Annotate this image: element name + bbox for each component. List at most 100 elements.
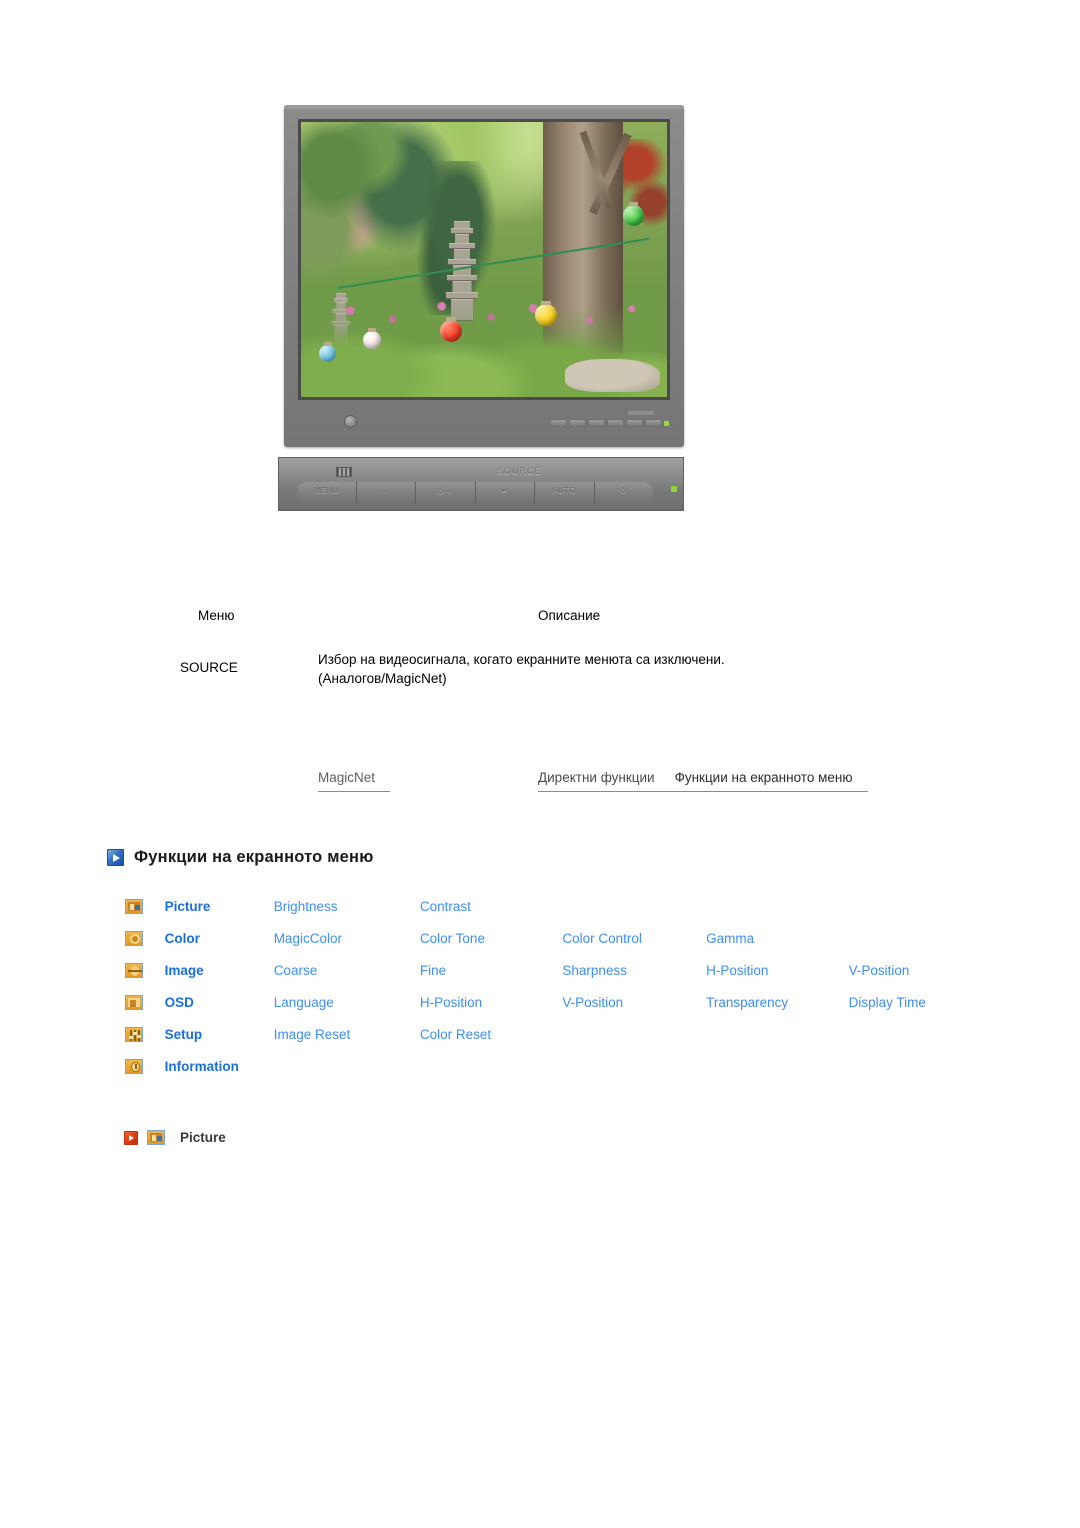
menu-item-image-reset[interactable]: Image Reset [274,1018,420,1050]
menu-item-language[interactable]: Language [274,986,420,1018]
row-icon-cell [125,1050,165,1082]
menu-item-display-time[interactable]: Display Time [849,986,985,1018]
row-icon-cell [125,1018,165,1050]
image-icon [125,962,143,978]
menu-group-image[interactable]: Image [165,954,274,986]
menu-group-color[interactable]: Color [165,922,274,954]
color-icon [125,930,143,946]
column-header-description: Описание [538,608,601,623]
control-panel-buttons: MENU … △/☼ ↵ AUTO ⏻ [297,482,653,504]
photo-lantern-green [623,201,645,226]
table-row: Image Coarse Fine Sharpness H-Position V… [125,954,985,986]
information-icon [125,1058,143,1074]
menu-item-v-position[interactable]: V-Position [849,954,985,986]
menu-item-empty [849,1018,985,1050]
table-row: Information [125,1050,985,1082]
menu-item-v-position[interactable]: V-Position [562,986,706,1018]
monitor-chassis [284,105,684,447]
page-title: Функции на екранното меню [107,848,373,867]
setup-icon [125,1026,143,1042]
row-icon-cell [125,954,165,986]
menu-group-setup[interactable]: Setup [165,1018,274,1050]
panel-power-led [671,486,677,492]
control-panel-closeup: SOURCE MENU … △/☼ ↵ AUTO ⏻ [278,457,684,511]
menu-item-sharpness[interactable]: Sharpness [562,954,706,986]
menu-item-empty [706,1018,849,1050]
menu-item-magiccolor[interactable]: MagicColor [274,922,420,954]
monitor-button [569,419,586,427]
tab-osd-functions[interactable]: Функции на екранното меню [675,770,853,785]
menu-group-picture[interactable]: Picture [165,890,274,922]
monitor-button [550,419,567,427]
menu-item-empty [849,890,985,922]
down-up-button: … [356,482,416,504]
menu-item-brightness[interactable]: Brightness [274,890,420,922]
menu-group-information[interactable]: Information [165,1050,274,1082]
photo-lantern-yellow [535,300,558,326]
menu-item-color-tone[interactable]: Color Tone [420,922,563,954]
source-label: SOURCE [497,466,542,476]
menu-item-empty [706,890,849,922]
menu-item-empty [562,1050,706,1082]
monitor-sensor-dot [344,415,357,428]
monitor-button [607,419,624,427]
table-row-key-source: SOURCE [180,660,238,675]
photo-lantern-blue [319,341,337,362]
red-play-arrow-icon [124,1130,138,1145]
menu-item-empty [849,922,985,954]
picture-icon [125,898,143,914]
row-icon-cell [125,922,165,954]
row-icon-cell [125,986,165,1018]
monitor-button [588,419,605,427]
photo-rock [564,358,660,392]
osd-icon [125,994,143,1010]
menu-item-transparency[interactable]: Transparency [706,986,849,1018]
section-tab-bar: MagicNet Директни функции Функции на екр… [0,770,1080,800]
enter-button: ↵ [475,482,535,504]
table-row-value-source: Избор на видеосигнала, когато екранните … [318,652,725,686]
table-row: OSD Language H-Position V-Position Trans… [125,986,985,1018]
menu-item-h-position[interactable]: H-Position [706,954,849,986]
picture-subsection-label: Picture [180,1130,226,1145]
menu-button: MENU [297,482,357,504]
menu-item-fine[interactable]: Fine [420,954,563,986]
speaker-grill-icon [336,467,352,477]
menu-item-empty [420,1050,563,1082]
osd-menu-map: Picture Brightness Contrast Color MagicC… [125,890,985,1082]
menu-item-empty [706,1050,849,1082]
menu-item-gamma[interactable]: Gamma [706,922,849,954]
auto-button: AUTO [535,482,595,504]
table-row: Color MagicColor Color Tone Color Contro… [125,922,985,954]
tab-direct-functions[interactable]: Директни функции [538,770,655,785]
column-header-menu: Меню [198,608,235,623]
tab-magicnet[interactable]: MagicNet [318,770,390,792]
menu-item-color-reset[interactable]: Color Reset [420,1018,563,1050]
photo-flowers [308,292,660,337]
menu-item-empty [849,1050,985,1082]
power-button: ⏻ [594,482,653,504]
monitor-button [645,419,662,427]
menu-item-contrast[interactable]: Contrast [420,890,563,922]
monitor-source-marking [628,411,654,415]
tab-group-functions: Директни функции Функции на екранното ме… [538,770,868,792]
photo-lantern-red [440,317,463,342]
monitor-bottom-bezel [298,403,670,439]
menu-item-coarse[interactable]: Coarse [274,954,420,986]
row-icon-cell [125,890,165,922]
blue-play-arrow-icon [107,849,124,866]
picture-icon [147,1130,165,1145]
menu-item-empty [562,1018,706,1050]
menu-group-osd[interactable]: OSD [165,986,274,1018]
monitor-button [626,419,643,427]
menu-item-color-control[interactable]: Color Control [562,922,706,954]
monitor-button-row [550,419,662,427]
product-illustration: SOURCE MENU … △/☼ ↵ AUTO ⏻ [278,105,684,515]
menu-item-empty [562,890,706,922]
table-row: Setup Image Reset Color Reset [125,1018,985,1050]
table-row: Picture Brightness Contrast [125,890,985,922]
menu-item-empty [274,1050,420,1082]
monitor-power-led [664,421,669,426]
brightness-button: △/☼ [416,482,476,504]
menu-item-h-position[interactable]: H-Position [420,986,563,1018]
picture-subsection-heading: Picture [124,1130,226,1145]
